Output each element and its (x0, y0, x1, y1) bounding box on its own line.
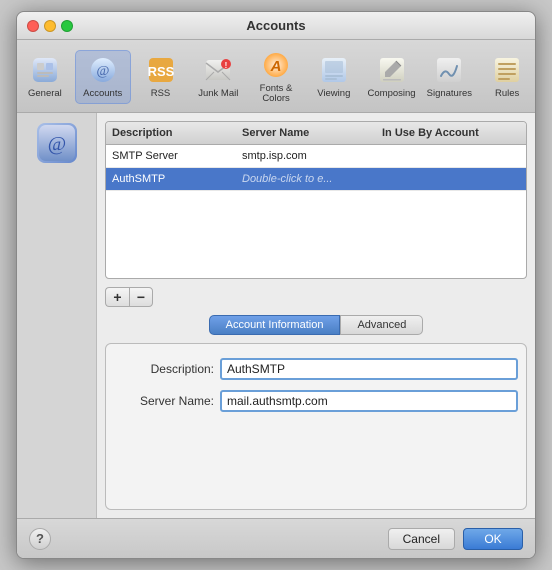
toolbar: General @ Accounts RSS RSS (17, 40, 535, 113)
tab-advanced[interactable]: Advanced (340, 315, 423, 335)
toolbar-label-signatures: Signatures (427, 89, 472, 99)
table-row[interactable]: AuthSMTP Double-click to e... (106, 168, 526, 191)
cancel-button[interactable]: Cancel (388, 528, 455, 550)
accounts-icon: @ (87, 54, 119, 86)
table-header: Description Server Name In Use By Accoun… (106, 122, 526, 145)
fonts-colors-icon: A (260, 49, 292, 81)
toolbar-label-accounts: Accounts (83, 89, 122, 99)
server-name-input[interactable] (220, 390, 518, 412)
toolbar-item-junk-mail[interactable]: ! Junk Mail (190, 51, 246, 102)
toolbar-item-rss[interactable]: RSS RSS (133, 51, 189, 102)
toolbar-item-accounts[interactable]: @ Accounts (75, 50, 131, 103)
rss-icon: RSS (145, 54, 177, 86)
description-input[interactable] (220, 358, 518, 380)
content-area: @ Description Server Name In Use By Acco… (17, 113, 535, 518)
composing-icon (376, 54, 408, 86)
help-button[interactable]: ? (29, 528, 51, 550)
viewing-icon (318, 54, 350, 86)
table-body: SMTP Server smtp.isp.com AuthSMTP Double… (106, 145, 526, 273)
main-panel: Description Server Name In Use By Accoun… (97, 113, 535, 518)
remove-server-button[interactable]: − (129, 287, 153, 307)
header-description: Description (112, 125, 242, 141)
general-icon (29, 54, 61, 86)
rules-icon (491, 54, 523, 86)
toolbar-label-composing: Composing (368, 89, 416, 99)
form-row-server-name: Server Name: (114, 390, 518, 412)
close-button[interactable] (27, 20, 39, 32)
toolbar-item-viewing[interactable]: Viewing (306, 51, 362, 102)
toolbar-label-fonts-colors: Fonts & Colors (250, 84, 302, 105)
server-name-label: Server Name: (114, 394, 214, 408)
toolbar-label-rules: Rules (495, 89, 519, 99)
toolbar-label-viewing: Viewing (317, 89, 350, 99)
toolbar-item-fonts-colors[interactable]: A Fonts & Colors (248, 46, 304, 108)
svg-text:!: ! (225, 61, 228, 70)
toolbar-item-composing[interactable]: Composing (364, 51, 420, 102)
toolbar-item-rules[interactable]: Rules (479, 51, 535, 102)
toolbar-item-general[interactable]: General (17, 51, 73, 102)
cell-server-0: smtp.isp.com (242, 148, 382, 164)
titlebar: Accounts (17, 12, 535, 40)
table-actions: + − (105, 287, 527, 307)
bottom-bar: ? Cancel OK (17, 518, 535, 558)
ok-button[interactable]: OK (463, 528, 523, 550)
description-label: Description: (114, 362, 214, 376)
minimize-button[interactable] (44, 20, 56, 32)
tab-account-information[interactable]: Account Information (209, 315, 341, 335)
form-row-description: Description: (114, 358, 518, 380)
svg-text:RSS: RSS (147, 64, 174, 79)
svg-text:@: @ (96, 64, 109, 79)
add-server-button[interactable]: + (105, 287, 129, 307)
maximize-button[interactable] (61, 20, 73, 32)
table-row[interactable]: SMTP Server smtp.isp.com (106, 145, 526, 168)
tab-bar: Account Information Advanced (105, 315, 527, 335)
main-window: Accounts General @ (16, 11, 536, 559)
cell-description-0: SMTP Server (112, 148, 242, 164)
toolbar-label-rss: RSS (151, 89, 171, 99)
cell-inuse-1 (382, 171, 520, 187)
svg-text:A: A (270, 58, 282, 75)
junk-mail-icon: ! (202, 54, 234, 86)
account-sidebar-icon: @ (37, 123, 77, 163)
svg-text:@: @ (47, 133, 65, 155)
toolbar-item-signatures[interactable]: Signatures (421, 51, 477, 102)
toolbar-label-general: General (28, 89, 62, 99)
cell-server-1: Double-click to e... (242, 171, 382, 187)
smtp-table: Description Server Name In Use By Accoun… (105, 121, 527, 279)
sidebar-item-account[interactable]: @ (23, 119, 91, 167)
toolbar-label-junk-mail: Junk Mail (198, 89, 238, 99)
header-in-use: In Use By Account (382, 125, 520, 141)
form-panel: Description: Server Name: (105, 343, 527, 510)
window-title: Accounts (246, 18, 305, 33)
signatures-icon (433, 54, 465, 86)
cell-description-1: AuthSMTP (112, 171, 242, 187)
traffic-lights (17, 20, 73, 32)
cell-inuse-0 (382, 148, 520, 164)
header-server-name: Server Name (242, 125, 382, 141)
sidebar: @ (17, 113, 97, 518)
